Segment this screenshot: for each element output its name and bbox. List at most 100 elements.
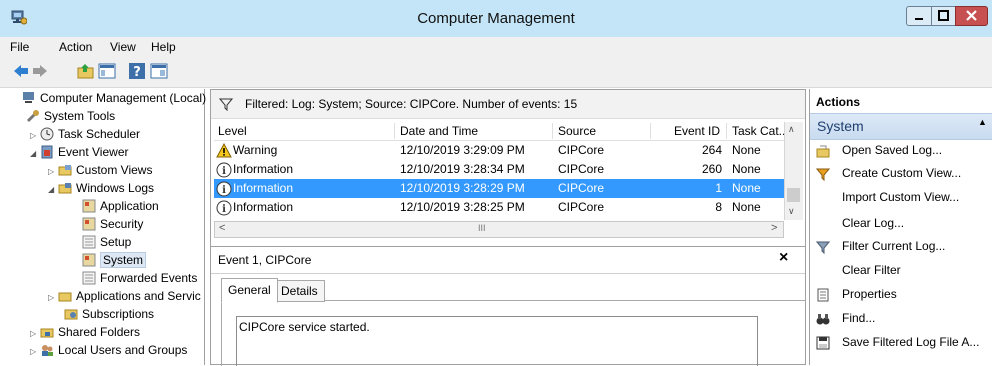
action-create-custom-view[interactable]: Create Custom View...: [842, 166, 961, 180]
event-detail-title: Event 1, CIPCore: [218, 253, 312, 267]
tree-item-system[interactable]: System: [16, 251, 204, 269]
filter-funnel-icon: [815, 167, 831, 182]
horizontal-scrollbar[interactable]: < III >: [214, 221, 784, 238]
save-disk-icon: [816, 336, 830, 350]
svg-text:i: i: [222, 185, 226, 196]
log-icon: [82, 217, 96, 231]
tree-item-custom-views[interactable]: ▷ Custom Views: [16, 161, 204, 179]
expand-arrow-icon[interactable]: ▷: [48, 289, 58, 307]
column-header-task-category[interactable]: Task Cat...: [732, 123, 789, 140]
tree-item-applications-and-services[interactable]: ▷ Applications and Servic: [16, 287, 204, 305]
column-header-date-and-time[interactable]: Date and Time: [400, 123, 478, 140]
table-row[interactable]: i Information 12/10/2019 3:28:34 PM CIPC…: [214, 160, 784, 179]
collapse-arrow-icon[interactable]: ◢: [30, 145, 40, 163]
toolbar: [0, 57, 992, 88]
tree-item-local-users-and-groups[interactable]: ▷ Local Users and Groups: [16, 341, 204, 359]
filter-description: Filtered: Log: System; Source: CIPCore. …: [245, 97, 578, 111]
folder-icon: [58, 163, 72, 177]
tree-item-subscriptions[interactable]: Subscriptions: [16, 305, 204, 323]
actions-header: Actions: [816, 95, 861, 109]
column-divider[interactable]: [394, 123, 395, 139]
action-properties[interactable]: Properties: [842, 287, 897, 301]
column-divider[interactable]: [650, 123, 651, 139]
tools-icon: [26, 109, 40, 123]
table-row[interactable]: i Information 12/10/2019 3:28:25 PM CIPC…: [214, 198, 784, 217]
window-title: Computer Management: [417, 10, 575, 27]
open-folder-icon: [816, 144, 830, 158]
table-row-selected[interactable]: i Information 12/10/2019 3:28:29 PM CIPC…: [214, 179, 784, 198]
tree-item-system-tools[interactable]: System Tools: [16, 107, 204, 125]
close-detail-icon[interactable]: ×: [779, 249, 788, 267]
column-header-source[interactable]: Source: [558, 123, 596, 140]
log-icon: [82, 271, 96, 285]
svg-text:?: ?: [133, 65, 141, 80]
vertical-scrollbar[interactable]: ∧ ∨: [784, 122, 803, 220]
tab-general[interactable]: General: [221, 278, 278, 303]
tree-item-windows-logs[interactable]: ◢ Windows Logs: [16, 179, 204, 197]
computer-icon: [22, 91, 36, 105]
binoculars-icon: [816, 312, 830, 326]
column-divider[interactable]: [552, 123, 553, 139]
svg-text:i: i: [222, 204, 226, 215]
scroll-left-icon[interactable]: <: [219, 222, 225, 234]
tree-item-task-scheduler[interactable]: ▷ Task Scheduler: [16, 125, 204, 143]
scroll-up-icon[interactable]: ∧: [788, 124, 795, 135]
folder-icon: [58, 181, 72, 195]
show-hide-tree-icon[interactable]: [98, 62, 116, 80]
log-icon: [82, 235, 96, 249]
clock-icon: [40, 127, 54, 141]
filter-funnel-icon: [815, 240, 831, 255]
tree-item-setup[interactable]: Setup: [16, 233, 204, 251]
tree-item-application[interactable]: Application: [16, 197, 204, 215]
scroll-right-icon[interactable]: >: [771, 222, 777, 234]
action-clear-filter[interactable]: Clear Filter: [842, 263, 901, 277]
action-import-custom-view[interactable]: Import Custom View...: [842, 190, 959, 204]
forward-arrow-icon[interactable]: [31, 62, 49, 80]
tree-item-event-viewer[interactable]: ◢ Event Viewer: [16, 143, 204, 161]
menu-bar: [0, 37, 992, 57]
column-header-event-id[interactable]: Event ID: [660, 123, 720, 140]
column-header-level[interactable]: Level: [218, 123, 247, 140]
up-folder-icon[interactable]: [77, 62, 95, 80]
tree-item-security[interactable]: Security: [16, 215, 204, 233]
collapse-section-icon[interactable]: ▲: [978, 117, 987, 127]
help-icon[interactable]: ?: [128, 62, 146, 80]
menu-file[interactable]: File: [10, 40, 29, 54]
svg-text:i: i: [222, 166, 226, 177]
log-icon: [82, 199, 96, 213]
action-clear-log[interactable]: Clear Log...: [842, 216, 904, 230]
tree-item-shared-folders[interactable]: ▷ Shared Folders: [16, 323, 204, 341]
shared-folder-icon: [40, 325, 54, 339]
column-divider[interactable]: [726, 123, 727, 139]
action-open-saved-log[interactable]: Open Saved Log...: [842, 143, 942, 157]
show-hide-action-pane-icon[interactable]: [150, 62, 168, 80]
table-row[interactable]: Warning 12/10/2019 3:29:09 PM CIPCore 26…: [214, 141, 784, 160]
event-message: CIPCore service started.: [239, 320, 370, 334]
tree-item-computer-management[interactable]: Computer Management (Local): [16, 89, 206, 107]
action-find[interactable]: Find...: [842, 311, 875, 325]
close-button[interactable]: [955, 6, 988, 26]
event-viewer-icon: [40, 145, 54, 159]
menu-action[interactable]: Action: [59, 40, 92, 54]
maximize-button[interactable]: [931, 6, 956, 26]
scroll-thumb[interactable]: [787, 188, 800, 202]
information-icon: i: [216, 200, 232, 222]
action-save-filtered-log[interactable]: Save Filtered Log File A...: [842, 335, 979, 349]
scroll-thumb-grip[interactable]: III: [478, 223, 486, 233]
minimize-button[interactable]: [906, 6, 932, 26]
menu-view[interactable]: View: [110, 40, 136, 54]
menu-help[interactable]: Help: [151, 40, 176, 54]
back-arrow-icon[interactable]: [12, 62, 30, 80]
properties-icon: [816, 288, 830, 302]
scroll-down-icon[interactable]: ∨: [788, 206, 795, 217]
tab-details[interactable]: Details: [274, 280, 325, 302]
folder-icon: [58, 289, 72, 303]
console-tree: Computer Management (Local) System Tools…: [16, 89, 206, 365]
tree-item-forwarded-events[interactable]: Forwarded Events: [16, 269, 204, 287]
subscriptions-icon: [64, 307, 78, 321]
filter-funnel-icon: [218, 97, 234, 112]
collapse-arrow-icon[interactable]: ◢: [48, 181, 58, 199]
log-icon: [82, 253, 96, 267]
expand-arrow-icon[interactable]: ▷: [30, 343, 40, 361]
action-filter-current-log[interactable]: Filter Current Log...: [842, 239, 945, 253]
